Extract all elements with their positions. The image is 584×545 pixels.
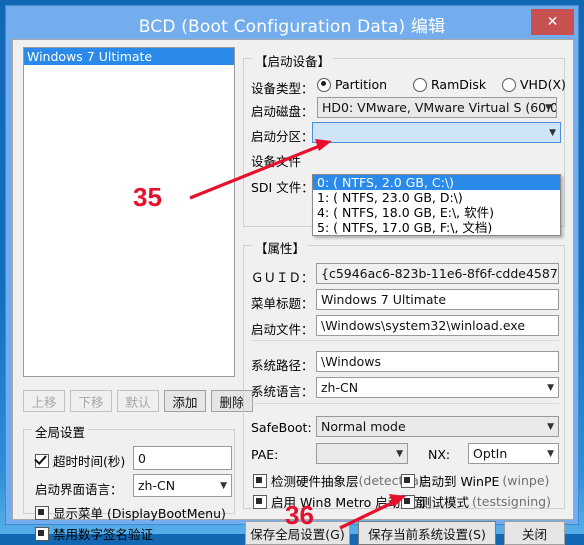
annotation-arrow-36 bbox=[339, 494, 406, 530]
annotation-label-36: 36 bbox=[285, 500, 314, 530]
annotation-label-35: 35 bbox=[133, 182, 162, 212]
